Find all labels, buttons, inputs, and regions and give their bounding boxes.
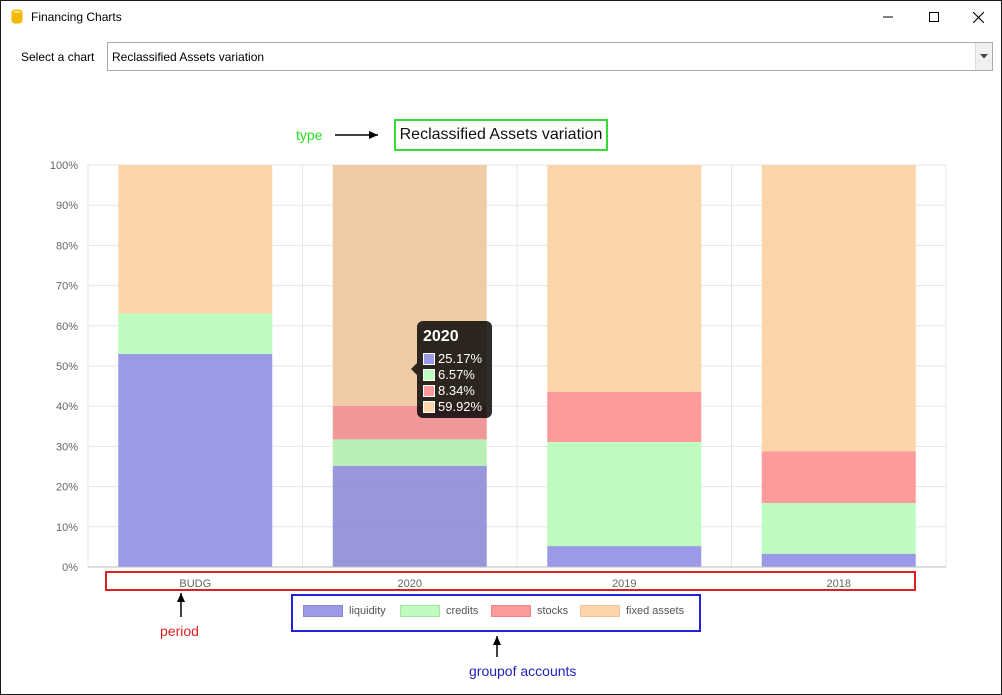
arrow-type-head bbox=[369, 131, 378, 139]
tooltip-swatch bbox=[423, 368, 435, 381]
legend-swatch-credits bbox=[400, 605, 440, 617]
annotation-type-label: type bbox=[296, 127, 323, 143]
annotation-period-label: period bbox=[160, 623, 199, 639]
y-tick-label: 30% bbox=[56, 441, 78, 453]
app-window: Financing Charts Select a chart Reclassi… bbox=[0, 0, 1002, 695]
bar-segment-credits bbox=[761, 503, 916, 554]
tooltip-row: 25.17% bbox=[423, 351, 482, 366]
y-tick-label: 20% bbox=[56, 482, 78, 494]
bar-segment-stocks bbox=[547, 391, 702, 442]
y-tick-label: 70% bbox=[56, 281, 78, 293]
y-tick-label: 80% bbox=[56, 240, 78, 252]
legend-label: stocks bbox=[537, 605, 569, 617]
tooltip-value: 25.17% bbox=[438, 351, 483, 366]
tooltip-row: 59.92% bbox=[423, 399, 482, 414]
arrow-group-head bbox=[493, 636, 501, 645]
y-tick-label: 60% bbox=[56, 321, 78, 333]
tooltip-value: 6.57% bbox=[438, 367, 475, 382]
legend-label: fixed assets bbox=[626, 605, 685, 617]
y-tick-label: 100% bbox=[50, 160, 78, 172]
legend-item-liquidity[interactable]: liquidity bbox=[303, 605, 386, 617]
y-tick-label: 0% bbox=[62, 562, 78, 574]
bar-segment-fixed-assets bbox=[118, 165, 273, 314]
bar-segment-credits bbox=[118, 313, 273, 354]
chart-legend: liquidity credits stocks fixed assets bbox=[291, 594, 701, 632]
legend-swatch-fixed-assets bbox=[580, 605, 620, 617]
tooltip-value: 59.92% bbox=[438, 399, 483, 414]
y-tick-label: 40% bbox=[56, 401, 78, 413]
bar-segment-liquidity bbox=[761, 553, 916, 567]
chart-title: Reclassified Assets variation bbox=[394, 119, 608, 151]
tooltip-swatch bbox=[423, 400, 435, 413]
legend-swatch-stocks bbox=[491, 605, 531, 617]
tooltip-row: 8.34% bbox=[423, 383, 475, 398]
bar-segment-stocks bbox=[761, 451, 916, 504]
tooltip-swatch bbox=[423, 352, 435, 365]
bar-segment-liquidity bbox=[332, 465, 487, 567]
bar-segment-fixed-assets bbox=[547, 165, 702, 392]
bar-segment-liquidity bbox=[547, 546, 702, 567]
legend-item-stocks[interactable]: stocks bbox=[491, 605, 568, 617]
legend-item-credits[interactable]: credits bbox=[400, 605, 478, 617]
annotation-group-label: groupof accounts bbox=[469, 663, 577, 679]
period-highlight-box bbox=[105, 571, 916, 591]
legend-swatch-liquidity bbox=[303, 605, 343, 617]
tooltip-row: 6.57% bbox=[423, 367, 475, 382]
bar-segment-fixed-assets bbox=[761, 165, 916, 452]
legend-label: liquidity bbox=[349, 605, 386, 617]
tooltip-title: 2020 bbox=[423, 328, 459, 345]
y-tick-label: 10% bbox=[56, 522, 78, 534]
chart-tooltip: 2020 25.17% 6.57% 8.34% 59.92% bbox=[411, 321, 492, 418]
legend-label: credits bbox=[446, 605, 479, 617]
bar-segment-credits bbox=[547, 441, 702, 547]
chart-title-text: Reclassified Assets variation bbox=[399, 126, 603, 143]
y-tick-label: 50% bbox=[56, 361, 78, 373]
tooltip-swatch bbox=[423, 384, 435, 397]
arrow-period-head bbox=[177, 593, 185, 602]
tooltip-value: 8.34% bbox=[438, 383, 475, 398]
bar-segment-credits bbox=[332, 439, 487, 466]
legend-item-fixed-assets[interactable]: fixed assets bbox=[580, 605, 684, 617]
y-tick-label: 90% bbox=[56, 200, 78, 212]
bar-segment-liquidity bbox=[118, 353, 273, 567]
